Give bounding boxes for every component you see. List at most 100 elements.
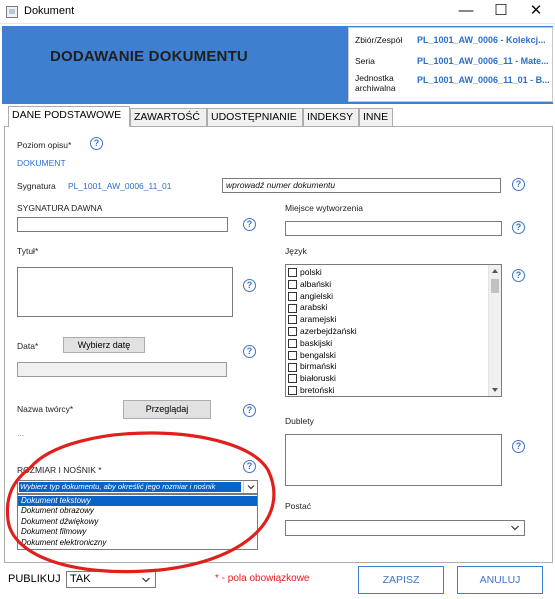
language-item[interactable]: białoruski [288,373,357,385]
maximize-button[interactable]: ☐ [484,0,518,24]
miejsce-input[interactable] [285,221,502,236]
poziom-opisu-value: DOKUMENT [17,158,66,168]
postac-label: Postać [285,501,311,511]
checkbox[interactable] [288,362,297,372]
checkbox[interactable] [288,280,297,290]
dublety-label: Dublety [285,416,314,426]
checkbox[interactable] [288,350,297,360]
jezyk-checklist[interactable]: polski albański angielski arabski aramejski a… [285,264,502,397]
info-label-jednostka: Jednostka archiwalna [355,73,396,93]
tab-dane-podstawowe[interactable]: DANE PODSTAWOWE [8,106,130,127]
help-icon[interactable]: ? [243,404,256,417]
dublety-textarea[interactable] [285,434,502,486]
info-value-jednostka: PL_1001_AW_0006_11_01 - B... [417,75,550,85]
tab-inne[interactable]: INNE [359,108,393,126]
creator-ellipsis: ... [17,428,25,438]
scroll-up-icon[interactable] [492,269,498,273]
language-item[interactable]: bretoński [288,385,357,396]
chevron-down-icon[interactable] [510,524,520,532]
checkbox[interactable] [288,268,297,278]
info-value-seria: PL_1001_AW_0006_11 - Mate... [417,56,549,66]
scroll-down-icon[interactable] [492,388,498,392]
postac-select[interactable] [285,520,525,536]
rozmiar-select[interactable]: Wybierz typ dokumentu, aby określić jego… [17,480,258,494]
language-item[interactable]: bengalski [288,350,357,362]
publikuj-select[interactable]: TAK [66,571,156,588]
help-icon[interactable]: ? [243,460,256,473]
scroll-thumb[interactable] [491,279,499,293]
sygnatura-label: Sygnatura [17,181,56,191]
help-icon[interactable]: ? [512,221,525,234]
jezyk-label: Język [285,246,307,256]
language-label: aramejski [300,314,337,325]
help-icon[interactable]: ? [512,178,525,191]
dropdown-option[interactable]: Dokument elektroniczny [18,538,257,548]
checkbox[interactable] [288,327,297,337]
tab-indeksy[interactable]: INDEKSY [303,108,359,126]
context-info-box: Zbiór/Zespół PL_1001_AW_0006 - Kolekcj..… [348,27,553,102]
language-item[interactable]: angielski [288,291,357,303]
sygnatura-number-input[interactable]: wprowadź numer dokumentu [222,178,501,193]
language-label: białoruski [300,373,336,384]
help-icon[interactable]: ? [243,279,256,292]
chevron-down-icon[interactable] [141,576,151,584]
language-item[interactable]: polski [288,267,357,279]
checkbox[interactable] [288,303,297,313]
language-item[interactable]: birmański [288,361,357,373]
data-label: Data* [17,341,39,351]
help-icon[interactable]: ? [90,137,103,150]
help-icon[interactable]: ? [243,218,256,231]
rozmiar-dropdown-list: Dokument tekstowy Dokument obrazowy Dokume… [17,494,258,550]
help-icon[interactable]: ? [243,345,256,358]
checkbox[interactable] [288,315,297,325]
dropdown-option[interactable]: Dokument obrazowy [18,506,257,516]
language-label: birmański [300,361,337,372]
help-icon[interactable]: ? [512,269,525,282]
chevron-down-icon[interactable] [243,481,257,493]
checkbox[interactable] [288,386,297,396]
publikuj-label: PUBLIKUJ [8,573,61,585]
publikuj-value: TAK [70,573,91,585]
tab-udostepnianie[interactable]: UDOSTĘPNIANIE [207,108,303,126]
select-date-button[interactable]: Wybierz datę [63,337,145,353]
language-item[interactable]: albański [288,279,357,291]
language-item[interactable]: arabski [288,302,357,314]
checkbox[interactable] [288,374,297,384]
chevron-down-icon-svg [247,485,255,490]
date-display-field [17,362,227,377]
nazwa-tworcy-label: Nazwa twórcy* [17,404,74,414]
page-title: DODAWANIE DOKUMENTU [50,48,248,65]
sygnatura-dawna-input[interactable] [17,217,228,232]
language-label: azerbejdżański [300,325,357,336]
cancel-button[interactable]: ANULUJ [457,566,543,594]
info-value-zbior: PL_1001_AW_0006 - Kolekcj... [417,35,546,45]
language-item[interactable]: azerbejdżański [288,326,357,338]
scrollbar[interactable] [488,265,501,396]
dropdown-option[interactable]: Dokument filmowy [18,527,257,537]
language-item[interactable]: baskijski [288,338,357,350]
rozmiar-label: ROZMIAR I NOŚNIK * [17,465,102,475]
minimize-button[interactable]: — [449,0,483,24]
dropdown-option[interactable]: Dokument tekstowy [18,496,257,507]
help-icon[interactable]: ? [512,440,525,453]
app-icon [6,6,18,18]
browse-button[interactable]: Przeglądaj [123,400,211,419]
miejsce-label: Miejsce wytworzenia [285,203,363,213]
checkbox[interactable] [288,291,297,301]
window-title: Dokument [24,5,75,17]
info-label-zbior: Zbiór/Zespół [355,35,403,45]
sygnatura-dawna-label: SYGNATURA DAWNA [17,203,103,213]
close-button[interactable]: ✕ [519,0,553,24]
language-label: angielski [300,290,334,301]
checkbox[interactable] [288,339,297,349]
tab-zawartosc[interactable]: ZAWARTOŚĆ [130,108,207,126]
language-label: bengalski [300,349,336,360]
tytul-textarea[interactable] [17,267,233,317]
language-item[interactable]: aramejski [288,314,357,326]
rozmiar-options: Dokument tekstowy Dokument obrazowy Dokume… [18,496,257,548]
save-button[interactable]: ZAPISZ [358,566,444,594]
dropdown-option[interactable]: Dokument dźwiękowy [18,517,257,527]
title-bar: Dokument — ☐ ✕ [0,0,555,24]
poziom-opisu-label: Poziom opisu* [17,140,72,150]
language-label: arabski [300,302,328,313]
